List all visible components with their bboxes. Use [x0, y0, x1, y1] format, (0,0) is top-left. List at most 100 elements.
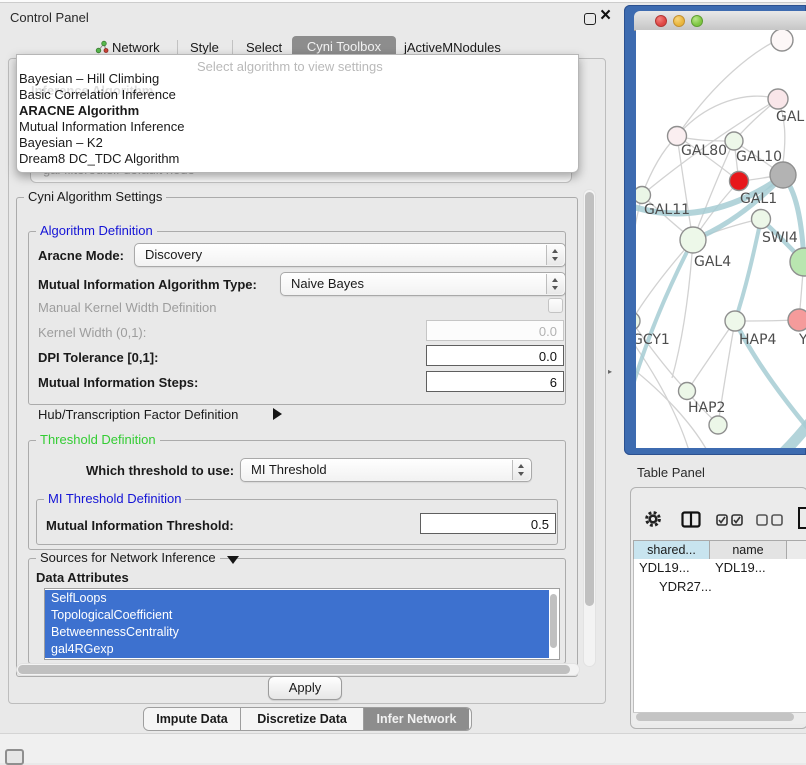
gear-icon[interactable] — [644, 510, 662, 528]
zoom-traffic-light[interactable] — [691, 15, 703, 27]
mi-steps-input[interactable]: 6 — [426, 371, 564, 392]
tab-select[interactable]: Select — [246, 40, 282, 55]
table-row[interactable]: YLR345WYLR345W9. — [634, 689, 806, 708]
apply-button[interactable]: Apply — [268, 676, 342, 700]
node-label: GAL80 — [681, 143, 727, 159]
dpi-tolerance-input[interactable]: 0.0 — [426, 345, 564, 366]
page-title: Control Panel — [10, 10, 89, 25]
mi-threshold-label: Mutual Information Threshold: — [46, 518, 234, 533]
table-cell: YDL19... — [634, 559, 710, 578]
tab-network[interactable]: Network — [112, 40, 160, 55]
network-node[interactable] — [768, 89, 788, 109]
table-row[interactable]: YDR27...YDR27...12 — [634, 578, 806, 597]
network-node[interactable] — [788, 309, 806, 331]
network-node[interactable] — [680, 227, 706, 253]
mi-threshold-input[interactable]: 0.5 — [420, 513, 556, 534]
which-threshold-value: MI Threshold — [251, 459, 327, 481]
float-panel-icon[interactable] — [584, 13, 596, 25]
column-header[interactable]: name — [710, 541, 787, 559]
network-window[interactable]: GALGAL80GAL10GAL1GAL11SWI4GAL4GCY1HAP4YH… — [624, 5, 806, 455]
network-node[interactable] — [752, 210, 771, 229]
settings-hscrollbar-thumb[interactable] — [18, 665, 570, 674]
table-row[interactable]: YBR043CYBR043C — [634, 596, 806, 615]
mi-type-select[interactable]: Naive Bayes — [280, 272, 566, 296]
algorithm-options-list: Bayesian – Hill ClimbingBasic Correlatio… — [19, 71, 559, 167]
network-node[interactable] — [730, 172, 749, 191]
node-label: HAP2 — [688, 400, 725, 416]
attribute-list-item[interactable]: BetweennessCentrality — [45, 624, 549, 641]
algorithm-dropdown-popup: Inference Algorithm Select algorithm to … — [16, 54, 579, 173]
kernel-width-input[interactable]: 0.0 — [426, 320, 564, 341]
table-row[interactable]: YBR045CYBR045C9. — [634, 652, 806, 671]
checked-columns-icon[interactable] — [716, 514, 743, 526]
network-node[interactable] — [636, 187, 651, 204]
minimized-panel-icon[interactable] — [5, 749, 24, 765]
network-edge[interactable] — [784, 412, 806, 448]
network-edge[interactable] — [687, 322, 734, 391]
network-edge[interactable] — [636, 240, 693, 320]
minimize-traffic-light[interactable] — [673, 15, 685, 27]
aracne-mode-select[interactable]: Discovery — [134, 243, 566, 267]
table-hscrollbar-thumb[interactable] — [636, 713, 794, 721]
table-row[interactable]: YDL19...YDL19...13 — [634, 559, 806, 578]
algorithm-option[interactable]: Bayesian – Hill Climbing — [19, 71, 559, 87]
algorithm-option[interactable]: Mutual Information Inference — [19, 119, 559, 135]
table-row[interactable]: YBL079WYBL079W — [634, 670, 806, 689]
close-traffic-light[interactable] — [655, 15, 667, 27]
algorithm-option[interactable]: Basic Correlation Inference — [19, 87, 559, 103]
node-label: GAL — [776, 109, 804, 125]
tab-separator — [232, 40, 233, 55]
mi-type-label: Mutual Information Algorithm Type: — [38, 277, 257, 292]
network-window-titlebar[interactable] — [634, 11, 806, 31]
node-label: SWI4 — [762, 230, 798, 246]
mi-threshold-title: MI Threshold Definition — [44, 492, 185, 506]
algorithm-option[interactable]: ARACNE Algorithm — [19, 103, 559, 119]
node-label: GAL1 — [740, 191, 777, 207]
window-top-strip — [0, 0, 806, 3]
network-node[interactable] — [725, 311, 745, 331]
table-row[interactable]: YPR145WYPR145W9. — [634, 615, 806, 634]
network-node[interactable] — [771, 30, 793, 51]
list-scrollbar[interactable] — [550, 594, 557, 648]
network-node[interactable] — [770, 162, 796, 188]
mi-type-value: Naive Bayes — [291, 273, 364, 295]
algorithm-option[interactable]: Bayesian – K2 — [19, 135, 559, 151]
network-node[interactable] — [636, 312, 640, 330]
bottom-tabbar: Impute Data Discretize Data Infer Networ… — [143, 707, 472, 731]
tab-infer-network[interactable]: Infer Network — [364, 708, 469, 730]
network-edge[interactable] — [735, 219, 761, 321]
network-canvas[interactable]: GALGAL80GAL10GAL1GAL11SWI4GAL4GCY1HAP4YH… — [636, 30, 806, 448]
manual-kernel-checkbox[interactable] — [548, 298, 563, 313]
attribute-list-item[interactable]: TopologicalCoefficient — [45, 607, 549, 624]
column-header[interactable]: shared... — [634, 541, 710, 559]
network-node[interactable] — [709, 416, 727, 434]
close-icon[interactable]: × — [600, 5, 611, 27]
unchecked-columns-icon[interactable] — [756, 514, 783, 526]
tab-jactivemnodules[interactable]: jActiveMNodules — [404, 40, 501, 55]
data-attributes-list[interactable]: SelfLoopsTopologicalCoefficientBetweenne… — [44, 588, 560, 660]
network-edge[interactable] — [642, 137, 676, 195]
table-row[interactable]: YER054CYER054C8. — [634, 633, 806, 652]
settings-vscrollbar-thumb[interactable] — [585, 192, 594, 606]
network-node[interactable] — [679, 383, 696, 400]
split-columns-icon[interactable] — [681, 511, 701, 528]
algorithm-option[interactable]: Dream8 DC_TDC Algorithm — [19, 151, 559, 167]
table-body[interactable]: YDL19...YDL19...13YDR27...YDR27...12YBR0… — [633, 559, 806, 712]
expand-arrow-icon[interactable] — [273, 408, 282, 420]
tab-style[interactable]: Style — [190, 40, 219, 55]
kernel-width-label: Kernel Width (0,1): — [38, 325, 146, 340]
attribute-list-item[interactable]: SelfLoops — [45, 590, 549, 607]
hub-definition-label[interactable]: Hub/Transcription Factor Definition — [38, 407, 238, 422]
node-label: GAL11 — [644, 202, 690, 218]
table-cell: YDR27... — [654, 578, 730, 597]
mi-steps-label: Mutual Information Steps: — [38, 375, 198, 390]
network-node[interactable] — [725, 132, 743, 150]
new-table-icon[interactable] — [797, 506, 806, 530]
sources-title: Sources for Network Inference — [36, 551, 220, 565]
which-threshold-select[interactable]: MI Threshold — [240, 458, 532, 482]
tab-discretize-data[interactable]: Discretize Data — [241, 708, 364, 730]
attribute-list-item[interactable]: gal4RGexp — [45, 641, 549, 658]
collapse-arrow-icon[interactable] — [227, 556, 239, 564]
tab-impute-data[interactable]: Impute Data — [144, 708, 241, 730]
splitter-grip-icon[interactable]: ▸ — [608, 367, 612, 376]
